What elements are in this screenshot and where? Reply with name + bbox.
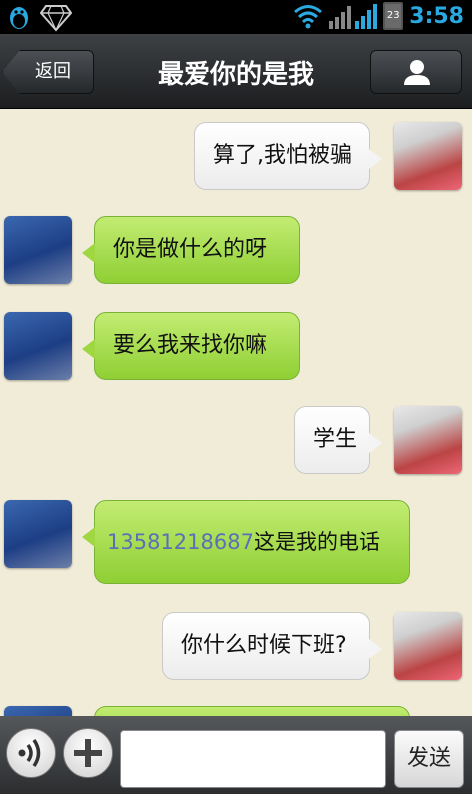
message-row: 学生 [0,406,472,476]
plus-button[interactable] [63,728,113,778]
message-text: 算了,我怕被骗 [213,143,352,168]
message-text: 你什么时候下班? [181,633,347,658]
qq-penguin-icon [10,7,28,29]
signal-icon [329,4,378,29]
message-row: 你是做什么的呀 [0,216,472,286]
voice-icon [18,739,41,767]
avatar-me[interactable] [394,122,462,190]
message-input[interactable] [120,730,386,788]
voice-button[interactable] [6,728,56,778]
chat-list[interactable]: 算了,我怕被骗 你是做什么的呀 要么我来找你嘛 学生 13581218687 这是… [0,108,472,716]
message-row: 要么我来找你嘛 [0,312,472,382]
phone-link[interactable]: 13581218687 [107,531,254,553]
message-text: 你是做什么的呀 [113,237,268,262]
message-text: 要么我来找你嘛 [113,333,268,358]
message-row-partial [0,706,472,716]
message-row: 算了,我怕被骗 [0,122,472,192]
input-bar: 发送 [0,716,472,794]
message-bubble[interactable] [94,706,410,716]
status-bar: 23 3:58 [0,0,472,34]
message-bubble[interactable]: 学生 [294,406,382,474]
message-bubble[interactable]: 你是做什么的呀 [82,216,300,284]
message-text: 这是我的电话 [253,529,380,554]
message-row: 你什么时候下班? [0,612,472,682]
avatar-me[interactable] [394,612,462,680]
message-bubble[interactable]: 算了,我怕被骗 [194,122,382,190]
clock: 3:58 [409,3,464,29]
avatar-contact[interactable] [4,216,72,284]
message-row: 13581218687 这是我的电话 [0,500,472,586]
avatar-contact[interactable] [4,706,72,716]
profile-button[interactable] [370,50,462,94]
wifi-icon [294,5,323,29]
message-bubble[interactable]: 要么我来找你嘛 [82,312,300,380]
message-bubble[interactable]: 你什么时候下班? [162,612,382,680]
message-text: 学生 [313,427,358,452]
person-icon [404,60,430,85]
battery-level: 23 [386,10,400,21]
avatar-me[interactable] [394,406,462,474]
plus-icon [74,739,102,767]
battery-icon: 23 [383,2,404,30]
title-bar: 返回 最爱你的是我 [0,34,472,109]
diamond-icon [40,5,72,32]
avatar-contact[interactable] [4,312,72,380]
send-button[interactable]: 发送 [394,730,464,788]
message-bubble[interactable]: 13581218687 这是我的电话 [82,500,410,584]
avatar-contact[interactable] [4,500,72,568]
